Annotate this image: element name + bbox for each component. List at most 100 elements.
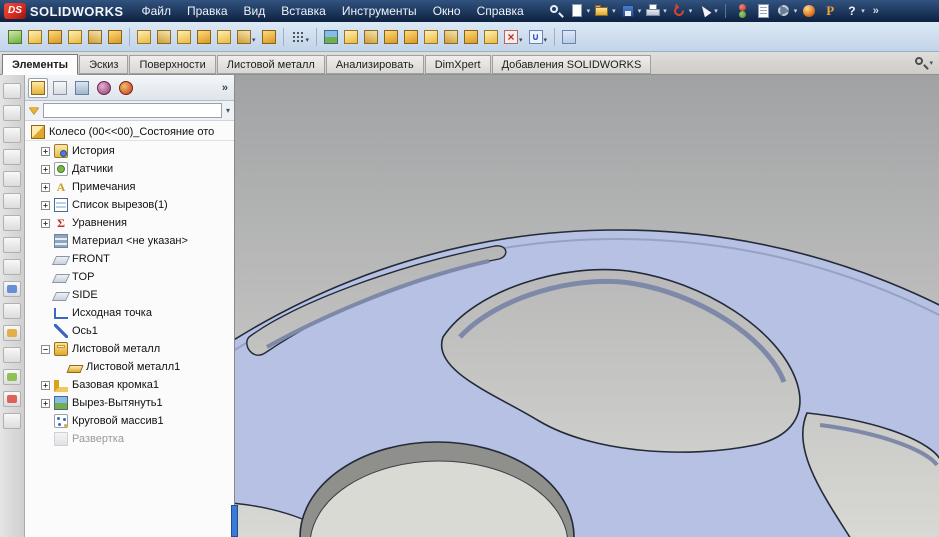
base-flange-icon[interactable] xyxy=(46,28,64,46)
configuration-manager-tab[interactable] xyxy=(72,78,92,98)
menu-item[interactable]: Вставка xyxy=(273,0,334,22)
tree-item[interactable]: + Вырез-Вытянуть1 xyxy=(25,394,234,412)
open-document-icon[interactable]: ▾ xyxy=(592,1,617,21)
tree-item[interactable]: FRONT xyxy=(25,250,234,268)
no-bends-icon[interactable] xyxy=(442,28,460,46)
miter-flange-icon[interactable] xyxy=(135,28,153,46)
expander-plus-icon[interactable]: + xyxy=(41,200,50,210)
new-document-icon[interactable]: ▾ xyxy=(567,1,592,21)
command-tab[interactable]: Элементы xyxy=(2,54,79,75)
file-properties-icon[interactable] xyxy=(753,1,773,21)
side-tool-icon[interactable] xyxy=(3,413,21,429)
move-copy-icon[interactable] xyxy=(26,28,44,46)
insert-bends-icon[interactable] xyxy=(462,28,480,46)
closed-corner-icon[interactable]: ▾ xyxy=(235,28,258,46)
menu-item[interactable]: Вид xyxy=(236,0,274,22)
expander-plus-icon[interactable]: + xyxy=(41,380,50,390)
command-tab[interactable]: Анализировать xyxy=(325,55,424,74)
command-tab[interactable]: Листовой металл xyxy=(216,55,325,74)
tree-item[interactable]: Листовой металл1 xyxy=(25,358,234,376)
extruded-cut-icon[interactable] xyxy=(322,28,340,46)
command-tab[interactable]: Поверхности xyxy=(129,55,216,74)
display-manager-tab[interactable] xyxy=(116,78,136,98)
menu-item[interactable]: Справка xyxy=(469,0,532,22)
edge-flange-icon[interactable] xyxy=(106,28,124,46)
cross-break-icon[interactable] xyxy=(215,28,233,46)
tree-item[interactable]: + Примечания xyxy=(25,178,234,196)
select-cursor-icon[interactable]: ▾ xyxy=(694,1,719,21)
tree-item[interactable]: Круговой массив1 xyxy=(25,412,234,430)
side-tool-icon[interactable] xyxy=(3,127,21,143)
print-icon[interactable]: ▾ xyxy=(643,1,668,21)
expander-minus-icon[interactable]: − xyxy=(41,344,50,354)
menu-item[interactable]: Инструменты xyxy=(334,0,425,22)
tree-item[interactable]: Ось1 xyxy=(25,322,234,340)
command-tab[interactable]: DimXpert xyxy=(424,55,491,74)
side-tool-icon[interactable] xyxy=(3,171,21,187)
lofted-bend-icon[interactable] xyxy=(86,28,104,46)
menu-item[interactable]: Окно xyxy=(425,0,469,22)
side-tool-icon[interactable] xyxy=(3,391,21,407)
command-tab[interactable]: Эскиз xyxy=(79,55,129,74)
tree-item[interactable]: Развертка xyxy=(25,430,234,448)
expander-plus-icon[interactable]: + xyxy=(41,398,50,408)
search-icon[interactable] xyxy=(546,1,566,21)
overflow-chevron[interactable]: » xyxy=(219,81,231,95)
expander-plus-icon[interactable]: + xyxy=(41,146,50,156)
side-tool-icon[interactable] xyxy=(3,259,21,275)
options-gear-icon[interactable]: ▾ xyxy=(774,1,799,21)
rebuild-icon[interactable] xyxy=(732,1,752,21)
tree-item[interactable]: + Список вырезов(1) xyxy=(25,196,234,214)
hem-icon[interactable] xyxy=(155,28,173,46)
feature-manager-tab[interactable] xyxy=(28,77,48,98)
side-tool-icon[interactable] xyxy=(3,83,21,99)
side-tool-icon[interactable] xyxy=(3,215,21,231)
menu-item[interactable]: Правка xyxy=(179,0,236,22)
tree-item[interactable]: Исходная точка xyxy=(25,304,234,322)
forming-tool-icon[interactable] xyxy=(260,28,278,46)
photoview-icon[interactable] xyxy=(820,1,840,21)
spline-tool-icon[interactable]: ▾ xyxy=(527,28,550,46)
side-tool-icon[interactable] xyxy=(3,237,21,253)
expander-plus-icon[interactable]: + xyxy=(41,182,50,192)
fold-icon[interactable] xyxy=(402,28,420,46)
panel-splitter-handle[interactable] xyxy=(231,505,238,537)
edit-component-icon[interactable] xyxy=(6,28,24,46)
dimxpert-manager-tab[interactable] xyxy=(94,78,114,98)
filter-dropdown-icon[interactable]: ▾ xyxy=(226,106,230,115)
side-tool-icon[interactable] xyxy=(3,105,21,121)
side-tool-icon[interactable] xyxy=(3,325,21,341)
graphics-area[interactable] xyxy=(231,75,939,537)
simple-hole-icon[interactable] xyxy=(342,28,360,46)
collapse-menu-icon[interactable] xyxy=(867,1,887,21)
delete-icon[interactable]: ▾ xyxy=(502,28,525,46)
expander-plus-icon[interactable]: + xyxy=(41,218,50,228)
side-tool-icon[interactable] xyxy=(3,281,21,297)
jog-icon[interactable] xyxy=(175,28,193,46)
save-icon[interactable]: ▾ xyxy=(618,1,643,21)
side-tool-icon[interactable] xyxy=(3,347,21,363)
vent-icon[interactable] xyxy=(362,28,380,46)
convert-to-sheet-metal-icon[interactable] xyxy=(66,28,84,46)
menu-item[interactable]: Файл xyxy=(133,0,179,22)
tree-item[interactable]: + Датчики xyxy=(25,160,234,178)
side-tool-icon[interactable] xyxy=(3,369,21,385)
pattern-dots-icon[interactable]: ▾ xyxy=(289,28,312,46)
undo-icon[interactable]: ▾ xyxy=(669,1,694,21)
tree-root-item[interactable]: Колесо (00<<00)_Состояние ото xyxy=(25,123,234,141)
command-tab[interactable]: Добавления SOLIDWORKS xyxy=(491,55,652,74)
zoom-tools-button[interactable]: ▾ xyxy=(913,55,933,71)
flatten-icon[interactable] xyxy=(422,28,440,46)
side-tool-icon[interactable] xyxy=(3,149,21,165)
sketched-bend-icon[interactable] xyxy=(195,28,213,46)
tree-item[interactable]: TOP xyxy=(25,268,234,286)
property-manager-tab[interactable] xyxy=(50,78,70,98)
tree-item[interactable]: + Уравнения xyxy=(25,214,234,232)
side-tool-icon[interactable] xyxy=(3,193,21,209)
expander-plus-icon[interactable]: + xyxy=(41,164,50,174)
help-icon[interactable]: ▾ xyxy=(841,1,866,21)
tree-item[interactable]: SIDE xyxy=(25,286,234,304)
side-tool-icon[interactable] xyxy=(3,303,21,319)
filter-input[interactable] xyxy=(43,103,222,118)
tree-item[interactable]: Материал <не указан> xyxy=(25,232,234,250)
